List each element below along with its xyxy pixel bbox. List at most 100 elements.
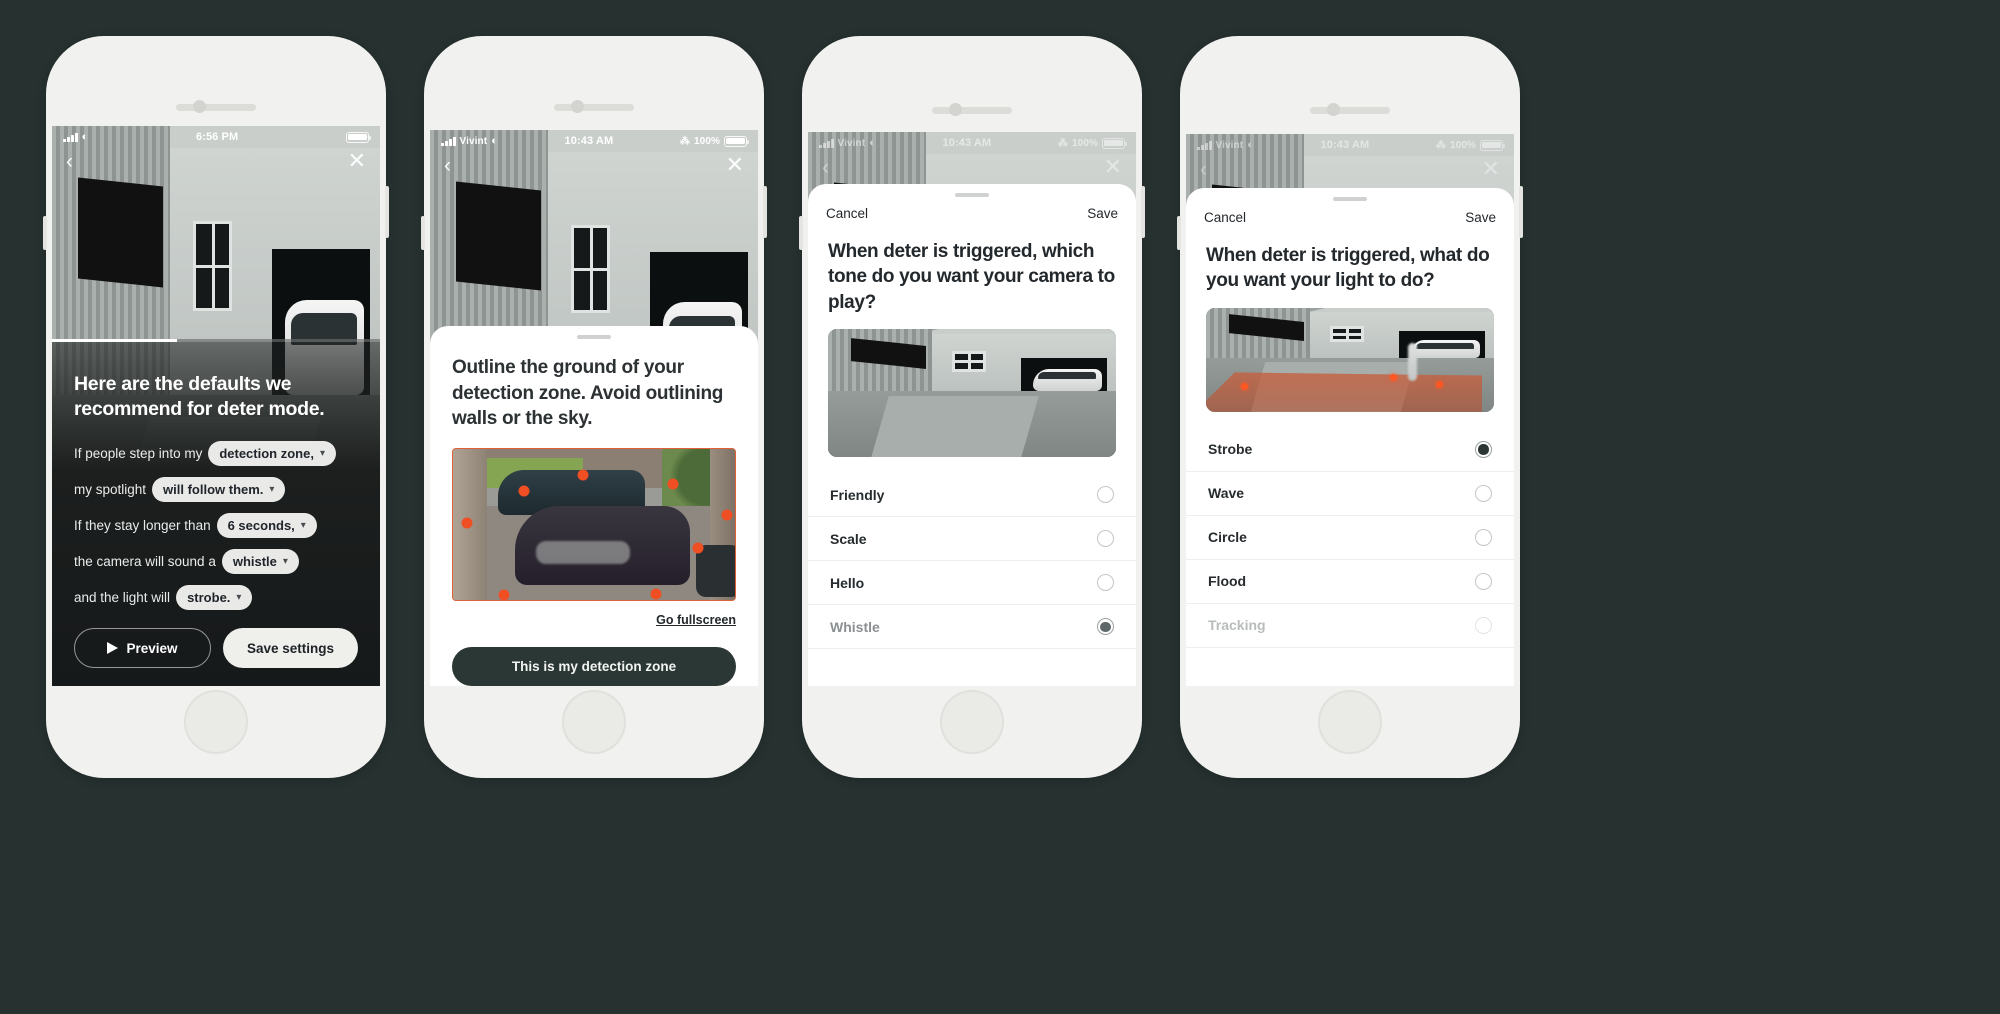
close-x-icon: ✕	[1481, 156, 1500, 181]
light-option-tracking: Tracking	[1186, 604, 1514, 648]
chip-label: 6 seconds,	[227, 518, 295, 533]
option-label: Tracking	[1208, 617, 1266, 634]
rule-chip-tone[interactable]: whistle ▾	[221, 549, 299, 574]
tone-option-hello[interactable]: Hello	[808, 561, 1136, 606]
chip-label: strobe.	[187, 590, 231, 605]
chevron-left-icon[interactable]: ‹	[444, 155, 451, 176]
light-option-strobe[interactable]: Strobe	[1186, 428, 1514, 472]
sheet-header: Cancel Save	[808, 197, 1136, 221]
screen-detection-zone: Vivint ◐ 10:43 AM ⁂ 100% ‹ ✕ Outline the…	[430, 130, 758, 686]
chevron-down-icon: ▾	[319, 448, 325, 459]
battery-percent: 100%	[694, 135, 720, 147]
bluetooth-icon: ⁂	[679, 135, 690, 147]
zone-handle[interactable]	[518, 485, 529, 497]
zone-handle[interactable]	[498, 589, 510, 600]
rule-row: the camera will sound a whistle ▾	[74, 549, 358, 574]
radio-button[interactable]	[1475, 484, 1492, 502]
home-button[interactable]	[562, 690, 626, 754]
radio-button[interactable]	[1475, 572, 1492, 590]
radio-button[interactable]	[1097, 574, 1114, 592]
car-side	[695, 545, 735, 597]
dark-window-panel	[456, 181, 542, 291]
home-button[interactable]	[184, 690, 248, 754]
volume-button[interactable]	[799, 216, 803, 250]
volume-button[interactable]	[43, 216, 47, 250]
video-nav-row: ‹ ✕	[52, 150, 380, 172]
status-bar: ◐ 6:56 PM	[52, 126, 380, 148]
radio-button[interactable]	[1097, 530, 1114, 548]
tone-option-friendly[interactable]: Friendly	[808, 473, 1136, 518]
radio-button-selected[interactable]	[1475, 440, 1492, 458]
battery-percent: 100%	[1072, 137, 1098, 149]
option-label: Strobe	[1208, 441, 1253, 458]
save-button[interactable]: Save	[1465, 210, 1496, 225]
chevron-left-icon: ‹	[1200, 157, 1207, 181]
zone-handle[interactable]	[721, 509, 733, 521]
volume-button[interactable]	[1177, 216, 1181, 250]
screen-light-picker: Vivint ◐ 10:43 AM ⁂ 100% ‹ ✕ Cancel Save	[1186, 134, 1514, 686]
dark-window-panel	[78, 177, 164, 288]
sheet-prompt: Outline the ground of your detection zon…	[452, 356, 724, 430]
option-label: Friendly	[830, 486, 885, 503]
rule-chip-detection-zone[interactable]: detection zone, ▾	[208, 441, 336, 466]
confirm-detection-zone-button[interactable]: This is my detection zone	[452, 646, 736, 686]
chevron-left-icon: ‹	[822, 155, 829, 179]
power-button[interactable]	[763, 186, 767, 238]
camera-preview-thumbnail[interactable]	[828, 329, 1116, 458]
rule-chip-spotlight[interactable]: will follow them. ▾	[152, 477, 286, 502]
sheet-header: Cancel Save	[1186, 201, 1514, 225]
earpiece-speaker	[176, 104, 256, 111]
radio-button[interactable]	[1097, 486, 1114, 504]
zone-handle[interactable]	[692, 542, 704, 554]
go-fullscreen-link[interactable]: Go fullscreen	[430, 601, 758, 627]
detection-zone-editor[interactable]	[452, 447, 736, 601]
zone-handle[interactable]	[650, 588, 662, 600]
house-window	[193, 221, 233, 311]
status-time: 10:43 AM	[942, 137, 992, 149]
zone-handle[interactable]	[667, 478, 679, 490]
rule-chip-duration[interactable]: 6 seconds, ▾	[216, 513, 317, 538]
sheet-grabber[interactable]	[577, 335, 611, 339]
home-button[interactable]	[940, 690, 1004, 754]
signal-bars-icon	[63, 132, 78, 142]
save-settings-button[interactable]: Save settings	[223, 628, 358, 668]
battery-icon	[1479, 139, 1506, 151]
sheet-question: When deter is triggered, which tone do y…	[828, 241, 1115, 313]
power-button[interactable]	[1519, 186, 1523, 238]
camera-preview-thumbnail[interactable]	[1206, 307, 1494, 412]
tone-option-whistle[interactable]: Whistle	[808, 605, 1136, 650]
light-option-circle[interactable]: Circle	[1186, 516, 1514, 560]
close-x-icon[interactable]: ✕	[726, 154, 744, 176]
phone-frame-detection-zone: Vivint ◐ 10:43 AM ⁂ 100% ‹ ✕ Outline the…	[421, 36, 767, 778]
volume-button[interactable]	[421, 216, 425, 250]
rule-text: If people step into my	[74, 446, 203, 461]
radio-button[interactable]	[1475, 528, 1492, 546]
video-nav-row: ‹ ✕	[1186, 158, 1514, 180]
zone-handle[interactable]	[461, 517, 473, 529]
light-option-flood[interactable]: Flood	[1186, 560, 1514, 604]
detection-zone-sheet: Outline the ground of your detection zon…	[430, 326, 758, 686]
tone-option-scale[interactable]: Scale	[808, 517, 1136, 562]
battery-icon	[723, 135, 750, 147]
rule-chip-light[interactable]: strobe. ▾	[176, 585, 253, 610]
phone-frame-light-picker: Vivint ◐ 10:43 AM ⁂ 100% ‹ ✕ Cancel Save	[1177, 36, 1523, 778]
close-x-icon[interactable]: ✕	[348, 150, 366, 172]
power-button[interactable]	[1141, 186, 1145, 238]
house-window	[1329, 325, 1365, 343]
radio-button-selected[interactable]	[1097, 618, 1114, 636]
home-button[interactable]	[1318, 690, 1382, 754]
preview-button-label: Preview	[126, 640, 178, 656]
signal-bars-icon	[819, 138, 834, 148]
zone-handle[interactable]	[577, 469, 589, 480]
preview-button[interactable]: Preview	[74, 628, 211, 668]
chevron-left-icon[interactable]: ‹	[66, 151, 73, 172]
save-button[interactable]: Save	[1087, 206, 1118, 221]
cancel-button[interactable]: Cancel	[826, 206, 868, 221]
power-button[interactable]	[385, 186, 389, 238]
cancel-button[interactable]: Cancel	[1204, 210, 1246, 225]
rule-row: my spotlight will follow them. ▾	[74, 477, 358, 502]
battery-percent: 100%	[1450, 139, 1476, 151]
light-option-wave[interactable]: Wave	[1186, 472, 1514, 516]
house-window	[571, 224, 611, 314]
status-time: 6:56 PM	[195, 131, 239, 143]
